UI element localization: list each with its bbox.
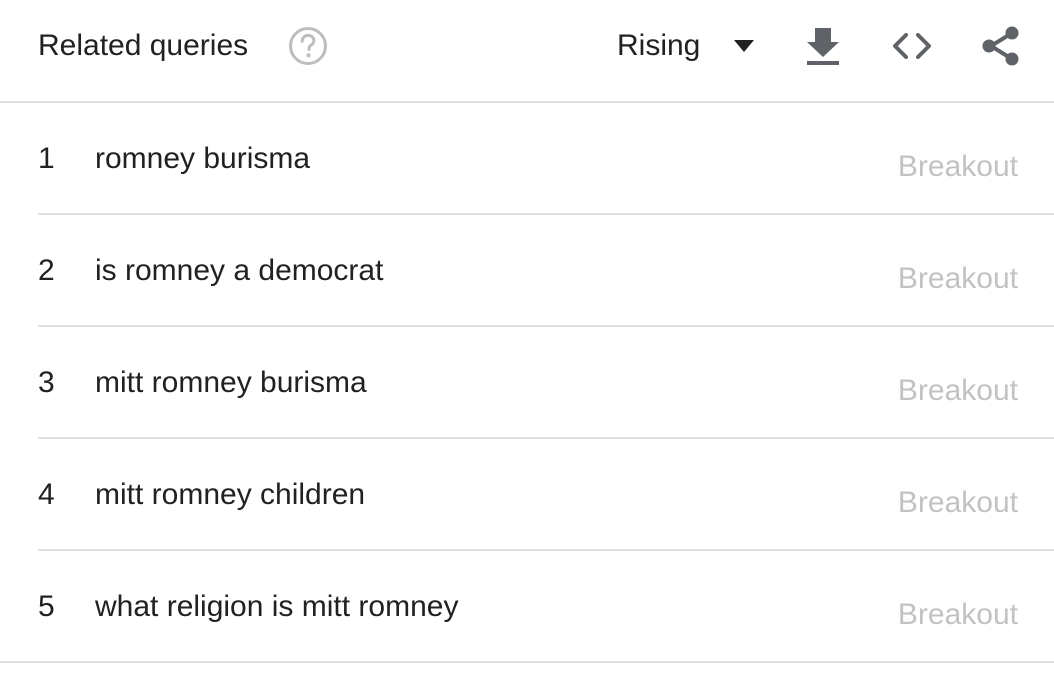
widget-title: Related queries — [38, 29, 249, 62]
query-text[interactable]: what religion is mitt romney — [95, 589, 458, 625]
rising-filter-dropdown[interactable]: Rising — [617, 26, 756, 66]
query-row[interactable]: 4 mitt romney children Breakout — [38, 439, 1054, 551]
query-row[interactable]: 5 what religion is mitt romney Breakout — [0, 551, 1054, 663]
query-value: Breakout — [897, 598, 1018, 631]
query-row[interactable]: 3 mitt romney burisma Breakout — [38, 327, 1054, 439]
query-rank: 1 — [38, 142, 55, 175]
query-rank: 4 — [38, 478, 55, 511]
widget-header: Related queries Rising — [0, 0, 1054, 103]
code-embed-icon[interactable] — [890, 24, 934, 68]
query-rank: 3 — [38, 366, 55, 399]
query-text[interactable]: mitt romney burisma — [95, 365, 367, 401]
dropdown-triangle-icon — [734, 40, 755, 52]
query-text[interactable]: romney burisma — [95, 141, 310, 177]
query-value: Breakout — [897, 374, 1018, 407]
query-row[interactable]: 1 romney burisma Breakout — [38, 103, 1054, 215]
related-queries-list: 1 romney burisma Breakout 2 is romney a … — [0, 103, 1054, 663]
query-text[interactable]: mitt romney children — [95, 477, 365, 513]
query-value: Breakout — [897, 486, 1018, 519]
filter-selected-value: Rising — [617, 29, 701, 62]
query-rank: 5 — [38, 590, 55, 623]
query-text[interactable]: is romney a democrat — [95, 253, 383, 289]
query-row[interactable]: 2 is romney a democrat Breakout — [38, 215, 1054, 327]
query-rank: 2 — [38, 254, 55, 287]
query-value: Breakout — [897, 262, 1018, 295]
related-queries-widget: Related queries Rising 1 romney burisma … — [0, 0, 1054, 680]
help-circle-icon[interactable] — [288, 26, 328, 66]
query-value: Breakout — [897, 150, 1018, 183]
share-icon[interactable] — [978, 24, 1022, 68]
download-icon[interactable] — [801, 24, 845, 68]
